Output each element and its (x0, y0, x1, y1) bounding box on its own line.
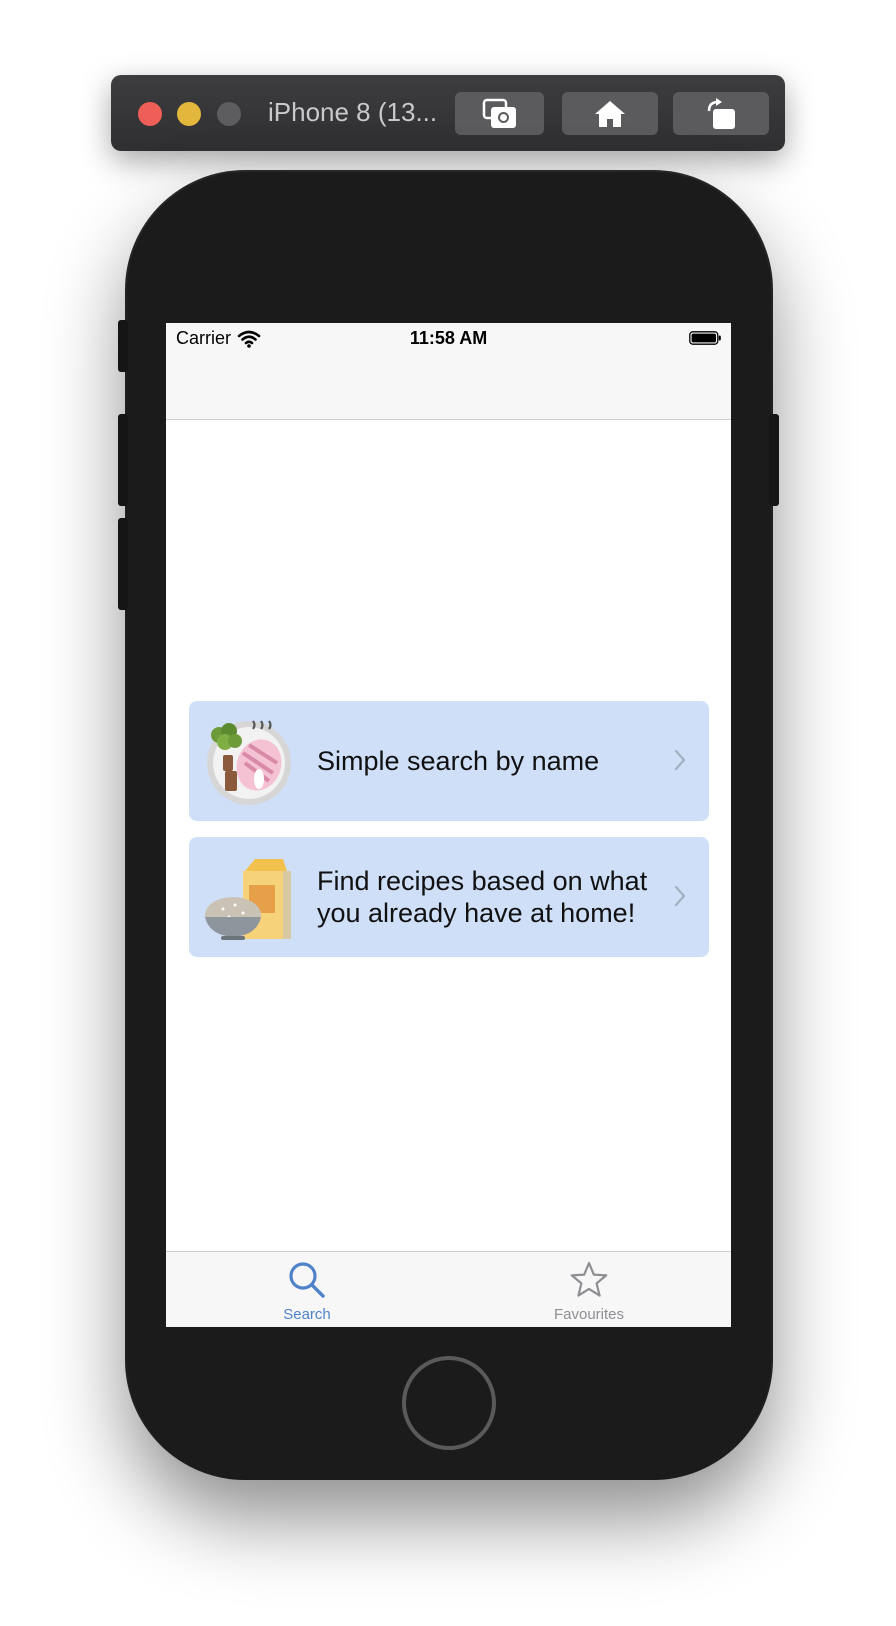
pantry-icon (205, 859, 291, 940)
home-icon (595, 100, 625, 127)
volume-up-button (118, 414, 128, 506)
minimize-window-button[interactable] (177, 102, 201, 126)
volume-down-button (118, 518, 128, 610)
ingredient-search-card[interactable]: Find recipes based on what you already h… (189, 837, 709, 957)
status-bar: Carrier 11:58 AM (166, 323, 731, 353)
rotate-button[interactable] (673, 92, 769, 135)
ingredient-search-label: Find recipes based on what you already h… (317, 866, 648, 928)
navigation-bar (166, 353, 731, 420)
battery-icon (689, 331, 721, 345)
simulator-toolbar: iPhone 8 (13... (111, 75, 785, 151)
close-window-button[interactable] (138, 102, 162, 126)
tab-bar: Search Favourites (166, 1251, 731, 1327)
tab-search-label: Search (283, 1306, 331, 1323)
screenshot-button[interactable] (455, 92, 544, 135)
home-toolbar-button[interactable] (562, 92, 658, 135)
simple-search-label: Simple search by name (317, 746, 600, 776)
chevron-right-icon (674, 749, 686, 771)
device-title: iPhone 8 (13... (268, 97, 438, 127)
screenshot-icon (482, 98, 516, 128)
power-button (769, 414, 779, 506)
dish-icon (207, 720, 291, 805)
tab-favourites-label: Favourites (553, 1306, 625, 1323)
rotate-icon (707, 97, 735, 129)
simple-search-card[interactable]: Simple search by name (189, 701, 709, 821)
chevron-right-icon (674, 885, 686, 907)
phone-screen: Carrier 11:58 AM Simple search by name F… (166, 323, 731, 1327)
home-button[interactable] (402, 1356, 496, 1450)
tab-search[interactable]: Search (207, 1252, 407, 1327)
tab-favourites[interactable]: Favourites (489, 1252, 689, 1327)
search-icon (289, 1262, 325, 1298)
zoom-window-button[interactable] (217, 102, 241, 126)
mute-switch (118, 320, 128, 372)
star-icon (570, 1261, 608, 1297)
status-time: 11:58 AM (409, 328, 488, 348)
